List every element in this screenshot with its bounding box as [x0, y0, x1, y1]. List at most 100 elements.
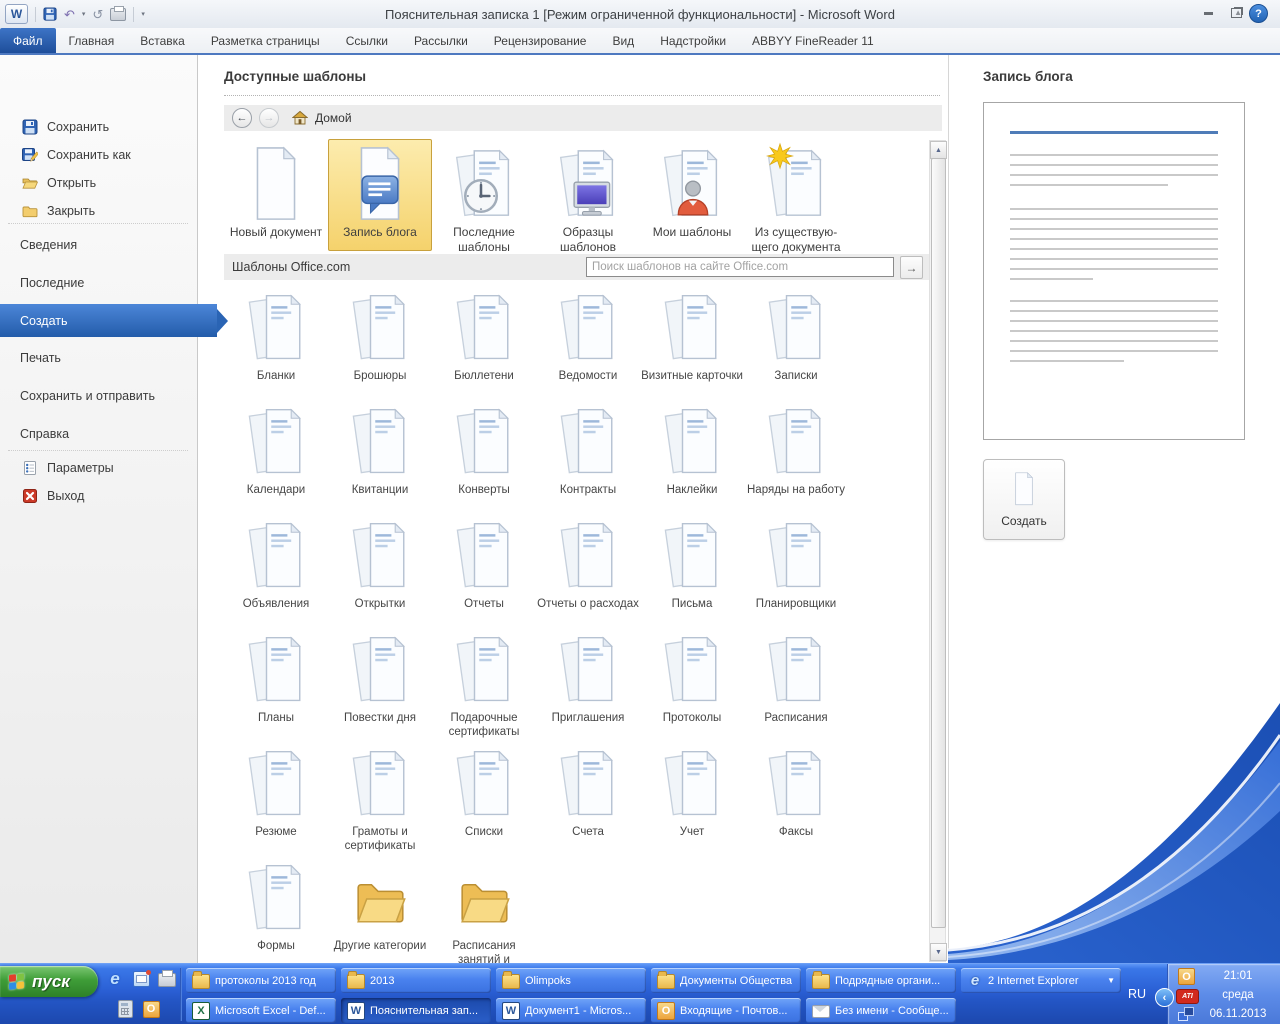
- template-category[interactable]: Открытки: [328, 516, 432, 630]
- ati-tray-icon[interactable]: ATI: [1176, 989, 1199, 1004]
- template-sample-templates[interactable]: Образцы шаблонов: [536, 139, 640, 251]
- template-category[interactable]: Приглашения: [536, 630, 640, 744]
- template-category[interactable]: Отчеты о расходах: [536, 516, 640, 630]
- forward-icon[interactable]: →: [259, 108, 279, 128]
- template-category[interactable]: Счета: [536, 744, 640, 858]
- print-icon[interactable]: [110, 8, 126, 21]
- ribbon-tab[interactable]: Надстройки: [647, 28, 739, 53]
- vertical-scrollbar[interactable]: ▲ ▼: [929, 140, 946, 962]
- sidebar-item-save[interactable]: Сохранить: [0, 114, 197, 140]
- word-logo-icon[interactable]: W: [5, 4, 28, 24]
- template-category[interactable]: Брошюры: [328, 288, 432, 402]
- template-blog-post[interactable]: Запись блога: [328, 139, 432, 251]
- template-category[interactable]: Грамоты и сертификаты: [328, 744, 432, 858]
- template-category[interactable]: Учет: [640, 744, 744, 858]
- help-icon[interactable]: ?: [1249, 4, 1268, 23]
- ribbon-tab[interactable]: Главная: [56, 28, 128, 53]
- template-category[interactable]: Записки: [744, 288, 848, 402]
- template-category[interactable]: Объявления: [224, 516, 328, 630]
- taskbar-window-button[interactable]: Olimpoks ▼: [496, 968, 646, 993]
- taskbar-window-button[interactable]: 2 Internet Explorer ▼: [961, 968, 1121, 993]
- taskbar-window-button[interactable]: Документы Общества ▼: [651, 968, 801, 993]
- template-category[interactable]: Другие категории: [328, 858, 432, 972]
- sidebar-item-help[interactable]: Справка: [0, 419, 217, 449]
- scroll-down-icon[interactable]: ▼: [930, 943, 947, 961]
- sidebar-item-close[interactable]: Закрыть: [0, 198, 197, 224]
- template-category[interactable]: Факсы: [744, 744, 848, 858]
- taskbar-window-button[interactable]: протоколы 2013 год ▼: [186, 968, 336, 993]
- template-category[interactable]: Наклейки: [640, 402, 744, 516]
- sidebar-item-options[interactable]: Параметры: [0, 455, 197, 481]
- template-category[interactable]: Письма: [640, 516, 744, 630]
- template-search-input[interactable]: [586, 257, 894, 277]
- template-category[interactable]: Контракты: [536, 402, 640, 516]
- template-category[interactable]: Подарочные сертификаты: [432, 630, 536, 744]
- undo-icon[interactable]: ↶: [64, 8, 75, 21]
- ribbon-tab[interactable]: Рецензирование: [481, 28, 600, 53]
- template-category[interactable]: Резюме: [224, 744, 328, 858]
- template-category[interactable]: Ведомости: [536, 288, 640, 402]
- template-category[interactable]: Конверты: [432, 402, 536, 516]
- taskbar-window-button[interactable]: Microsoft Excel - Def... ▼: [186, 998, 336, 1023]
- template-category[interactable]: Расписания: [744, 630, 848, 744]
- network-tray-icon[interactable]: [1178, 1007, 1194, 1021]
- sidebar-item-info[interactable]: Сведения: [0, 230, 217, 260]
- sidebar-item-exit[interactable]: Выход: [0, 483, 197, 509]
- template-category[interactable]: Планировщики: [744, 516, 848, 630]
- ribbon-tab[interactable]: ABBYY FineReader 11: [739, 28, 887, 53]
- ribbon-tab[interactable]: Разметка страницы: [198, 28, 333, 53]
- sidebar-item-new[interactable]: Создать: [0, 304, 217, 337]
- template-category[interactable]: Визитные карточки: [640, 288, 744, 402]
- template-category[interactable]: Повестки дня: [328, 630, 432, 744]
- ribbon-tab[interactable]: Файл: [0, 28, 56, 53]
- template-category[interactable]: Календари: [224, 402, 328, 516]
- template-category[interactable]: Наряды на работу: [744, 402, 848, 516]
- ribbon-tab[interactable]: Рассылки: [401, 28, 481, 53]
- template-category[interactable]: Списки: [432, 744, 536, 858]
- minimize-button[interactable]: [1198, 5, 1218, 21]
- template-from-existing[interactable]: Из существую- щего документа: [744, 139, 848, 251]
- sidebar-item-open[interactable]: Открыть: [0, 170, 197, 196]
- redo-icon[interactable]: ↺: [92, 8, 103, 21]
- taskbar-window-button[interactable]: Подрядные органи... ▼: [806, 968, 956, 993]
- tray-clock[interactable]: 21:01 среда 06.11.2013: [1200, 967, 1276, 1024]
- outlook-tray-icon[interactable]: O: [1178, 968, 1195, 985]
- customize-toolbar-icon[interactable]: ▾: [141, 10, 145, 18]
- ribbon-tab[interactable]: Вставка: [127, 28, 198, 53]
- template-category[interactable]: Расписания занятий и: [432, 858, 536, 972]
- sidebar-item-save-and-send[interactable]: Сохранить и отправить: [0, 381, 217, 411]
- search-go-icon[interactable]: →: [900, 256, 923, 279]
- collapse-ribbon-icon[interactable]: ▲: [1234, 8, 1242, 17]
- scroll-up-icon[interactable]: ▲: [930, 141, 947, 159]
- sidebar-item-recent[interactable]: Последние: [0, 268, 217, 298]
- template-category[interactable]: Планы: [224, 630, 328, 744]
- ribbon-tab[interactable]: Ссылки: [333, 28, 401, 53]
- template-my-templates[interactable]: Мои шаблоны: [640, 139, 744, 251]
- taskbar-window-button[interactable]: Без имени - Сообще... ▼: [806, 998, 956, 1023]
- sidebar-item-save-as[interactable]: Сохранить как: [0, 142, 197, 168]
- undo-dropdown-icon[interactable]: ▾: [82, 10, 86, 18]
- template-category[interactable]: Бланки: [224, 288, 328, 402]
- taskbar-window-button[interactable]: Документ1 - Micros... ▼: [496, 998, 646, 1023]
- template-category[interactable]: Квитанции: [328, 402, 432, 516]
- breadcrumb-home[interactable]: Домой: [315, 111, 352, 125]
- collapse-chevron-icon[interactable]: ‹: [1155, 988, 1174, 1007]
- backstage-view: Сохранить Сохранить как Открыть Закрыть …: [0, 55, 1280, 963]
- create-button[interactable]: Создать: [983, 459, 1065, 540]
- language-indicator[interactable]: RU: [1128, 987, 1146, 1001]
- scrollbar-thumb[interactable]: [931, 158, 946, 928]
- tray-weekday: среда: [1200, 986, 1276, 1005]
- sidebar-item-print[interactable]: Печать: [0, 343, 217, 373]
- taskbar-window-button[interactable]: Входящие - Почтов... ▼: [651, 998, 801, 1023]
- template-category[interactable]: Протоколы: [640, 630, 744, 744]
- taskbar-window-button[interactable]: Пояснительная зап... ▼: [341, 998, 491, 1023]
- template-recent-templates[interactable]: Последние шаблоны: [432, 139, 536, 251]
- template-category[interactable]: Бюллетени: [432, 288, 536, 402]
- save-icon[interactable]: [43, 7, 57, 21]
- back-icon[interactable]: ←: [232, 108, 252, 128]
- ribbon-tab[interactable]: Вид: [599, 28, 647, 53]
- template-new-document[interactable]: Новый документ: [224, 139, 328, 251]
- template-category[interactable]: Отчеты: [432, 516, 536, 630]
- taskbar-window-button[interactable]: 2013 ▼: [341, 968, 491, 993]
- template-category[interactable]: Формы: [224, 858, 328, 972]
